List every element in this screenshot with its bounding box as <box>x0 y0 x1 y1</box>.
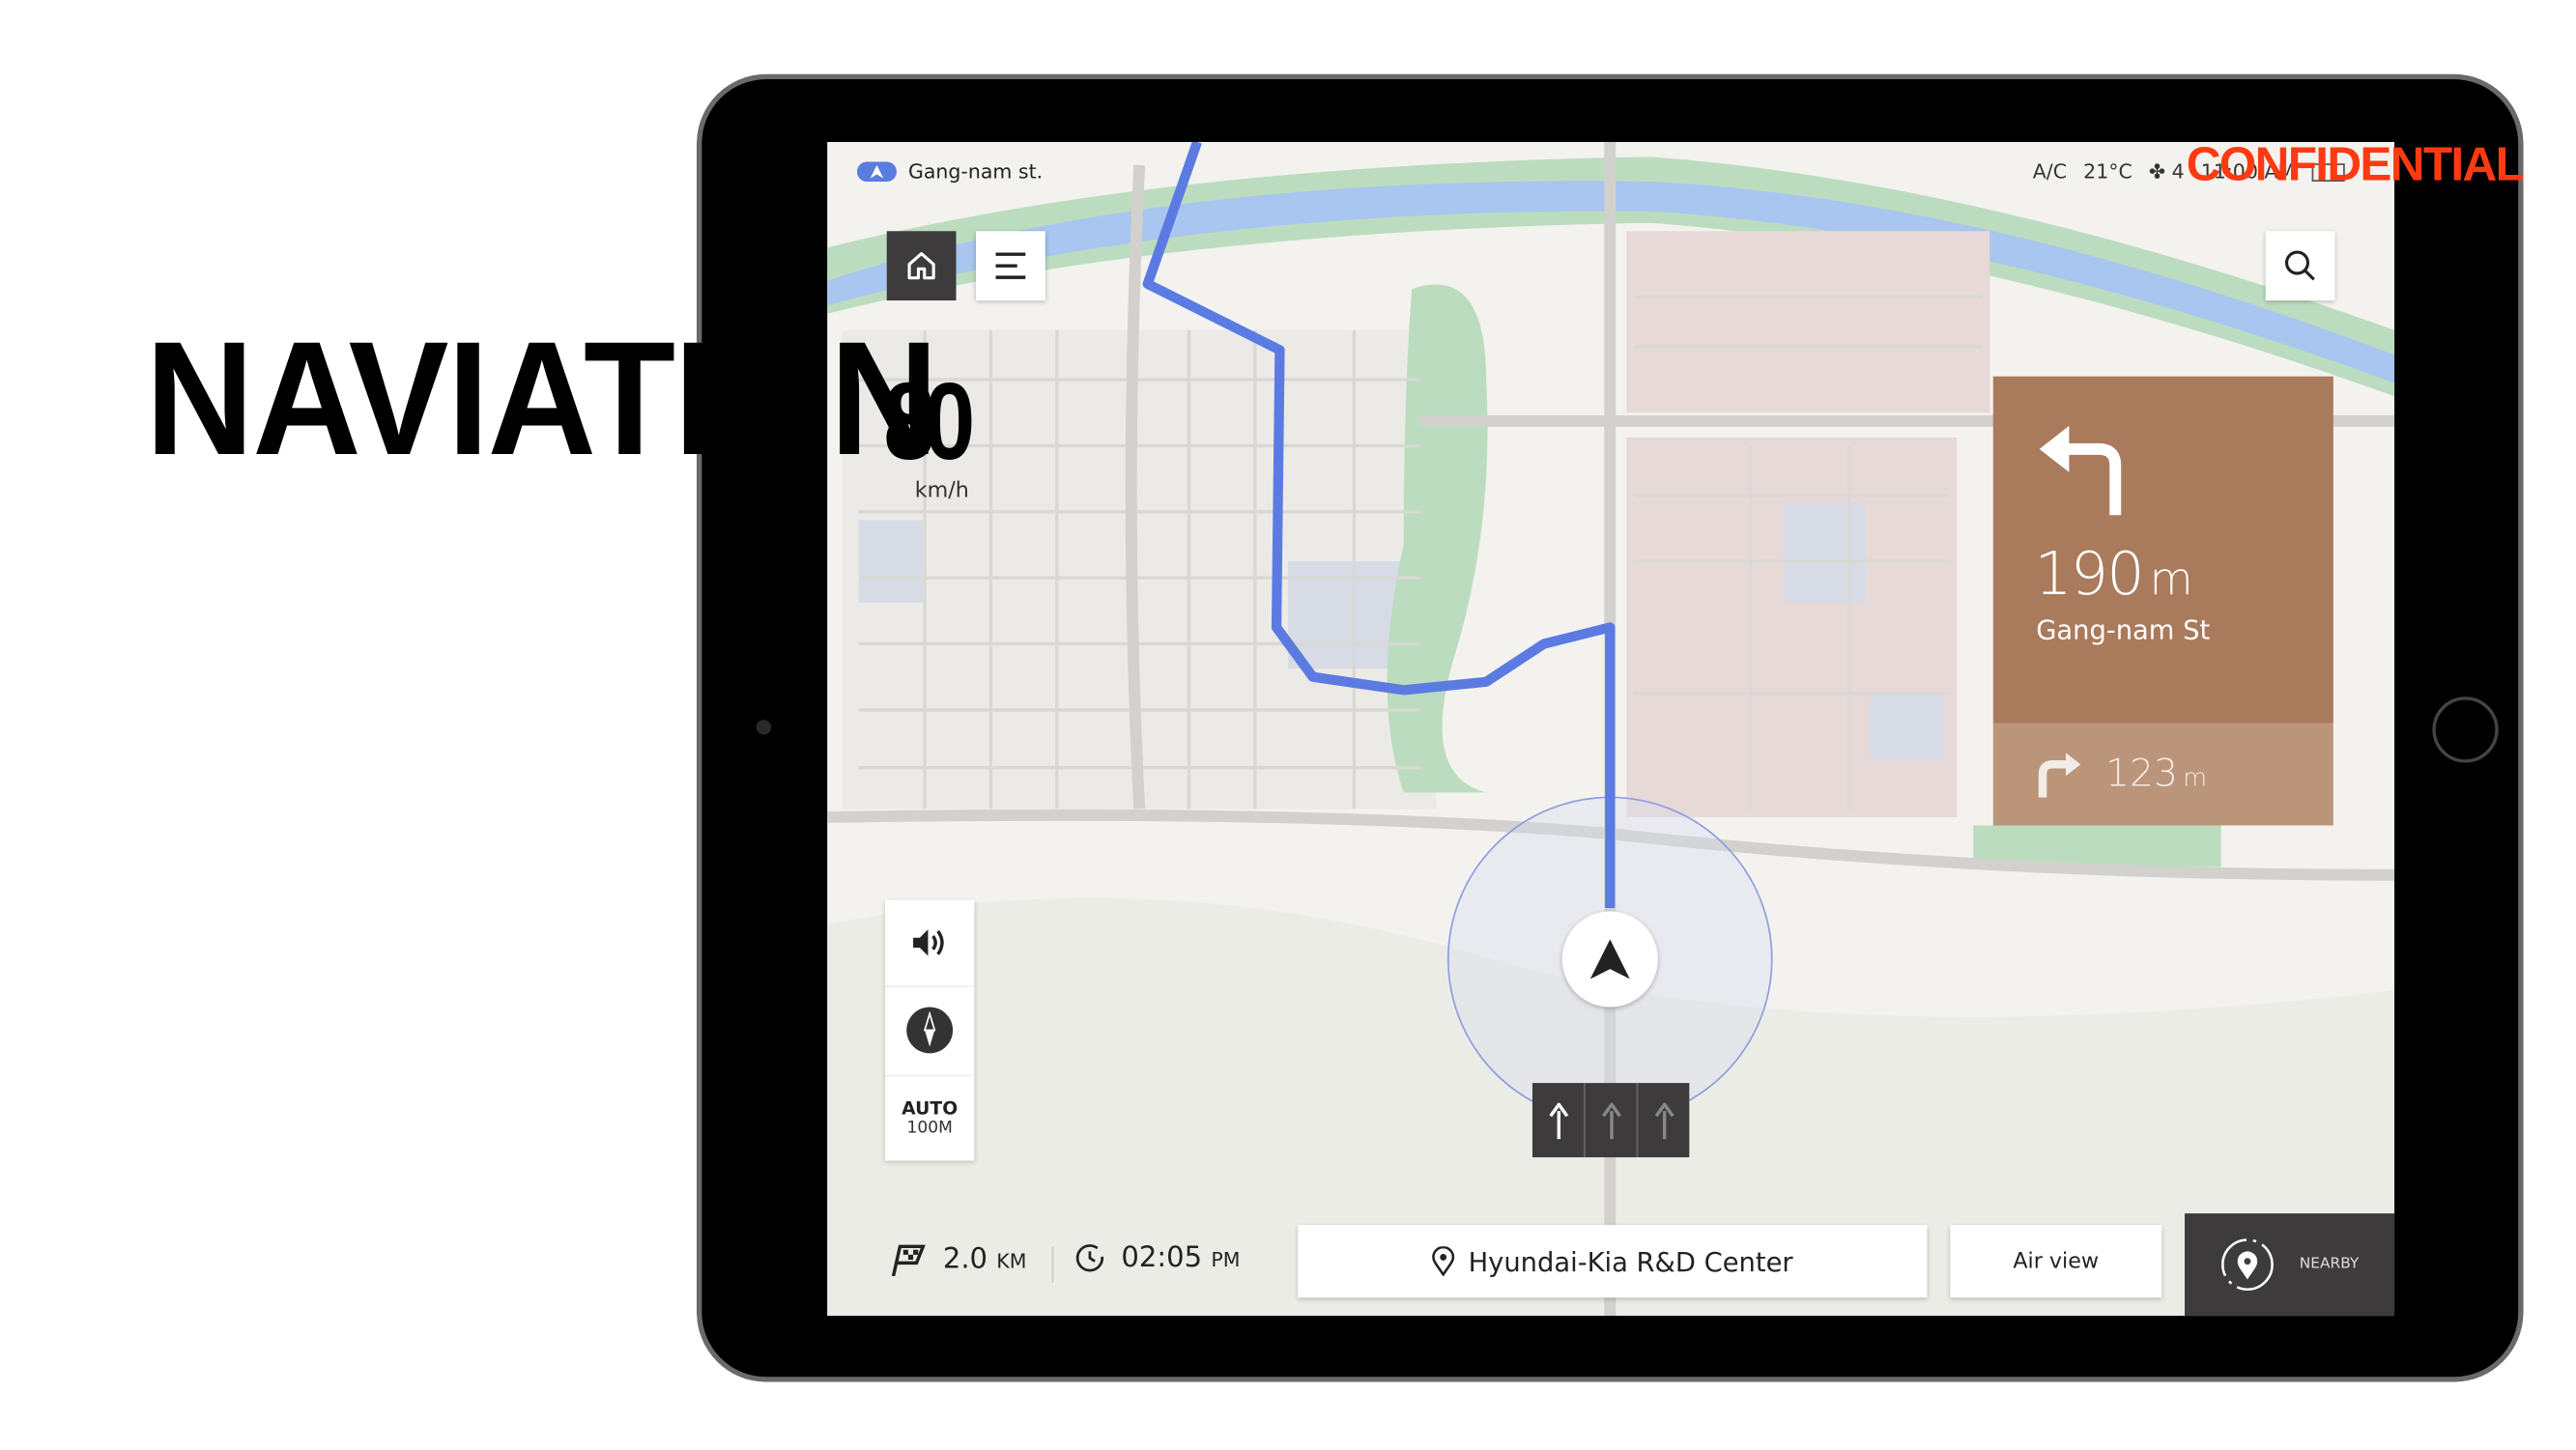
fan-icon: ✤ <box>2148 159 2166 184</box>
overlay-title: NAVIATION <box>145 306 938 489</box>
map-controls: AUTO 100M <box>885 899 975 1161</box>
zoom-mode: AUTO <box>902 1097 959 1120</box>
speed-unit: km/h <box>914 478 969 504</box>
compass-button[interactable] <box>885 985 975 1077</box>
distance-unit: KM <box>996 1249 1027 1273</box>
turn-distance: 190 <box>2034 541 2144 610</box>
front-camera <box>756 720 772 735</box>
destination-button[interactable]: Hyundai-Kia R&D Center <box>1298 1225 1928 1298</box>
fan-level: 4 <box>2171 159 2185 184</box>
current-turn: 190 m Gang-nam St <box>1992 376 2333 724</box>
location-pin-icon <box>1432 1246 1455 1277</box>
menu-icon <box>995 252 1026 279</box>
navigation-arrow-icon <box>1589 939 1630 980</box>
current-position-marker[interactable] <box>1561 911 1658 1008</box>
volume-button[interactable] <box>885 899 975 987</box>
zoom-mode-button[interactable]: AUTO 100M <box>885 1075 974 1161</box>
ac-label[interactable]: A/C <box>2033 160 2067 184</box>
distance-value: 2.0 <box>942 1242 988 1277</box>
menu-button[interactable] <box>976 231 1045 301</box>
lane-guidance <box>1531 1083 1690 1158</box>
bottom-bar: 2.0 KM 02:05 PM Hyundai-Kia R&D Center A… <box>827 1213 2395 1317</box>
confidential-watermark: CONFIDENTIAL <box>2186 138 2525 192</box>
speed-value: 80 <box>883 359 975 483</box>
home-icon <box>907 252 935 280</box>
nearby-pin-icon <box>2221 1238 2275 1292</box>
stage: NAVIATION 80 km/h Gang-nam st. A/C 21°C … <box>0 0 2576 1450</box>
air-view-button[interactable]: Air view <box>1950 1225 2162 1298</box>
turn-instruction-card[interactable]: 190 m Gang-nam St 123 m <box>1992 376 2333 826</box>
next-turn-unit: m <box>2183 762 2208 793</box>
air-view-label: Air view <box>2013 1248 2100 1274</box>
search-icon <box>2284 250 2315 281</box>
tablet-home-button[interactable] <box>2432 697 2499 763</box>
next-turn: 123 m <box>1992 723 2333 826</box>
turn-street: Gang-nam St <box>2036 613 2211 646</box>
volume-icon <box>913 929 944 956</box>
nearby-label: NEARBY <box>2299 1256 2360 1273</box>
search-button[interactable] <box>2265 231 2335 301</box>
lane-straight <box>1586 1083 1639 1158</box>
arrow-up-icon <box>1548 1101 1568 1139</box>
zoom-scale: 100M <box>906 1119 953 1138</box>
destination-label: Hyundai-Kia R&D Center <box>1468 1245 1793 1277</box>
lane-straight-active <box>1532 1083 1586 1158</box>
arrival-time-value: 02:05 <box>1121 1241 1203 1275</box>
next-turn-distance: 123 <box>2104 753 2179 796</box>
fan-status[interactable]: ✤ 4 <box>2149 160 2185 184</box>
arrow-up-icon <box>1653 1101 1674 1139</box>
arrival-period: PM <box>1211 1248 1241 1271</box>
turn-distance-unit: m <box>2149 554 2193 607</box>
navigation-arrow-icon <box>856 161 897 182</box>
divider <box>1051 1246 1054 1283</box>
arrival-time: 02:05 PM <box>1075 1241 1241 1275</box>
arrow-up-icon <box>1601 1101 1621 1139</box>
compass-icon <box>906 1007 954 1054</box>
remaining-distance: 2.0 KM <box>890 1242 1027 1277</box>
home-button[interactable] <box>886 231 957 301</box>
checkered-flag-icon <box>891 1244 926 1277</box>
current-road-label: Gang-nam st. <box>907 159 1044 184</box>
current-road-chip: Gang-nam st. <box>856 159 1044 184</box>
turn-left-icon <box>2039 425 2122 516</box>
temperature[interactable]: 21°C <box>2083 160 2132 184</box>
nearby-button[interactable]: NEARBY <box>2185 1213 2395 1317</box>
lane-straight <box>1638 1083 1689 1157</box>
clock-icon <box>1075 1244 1104 1272</box>
turn-right-icon <box>2038 753 2081 798</box>
